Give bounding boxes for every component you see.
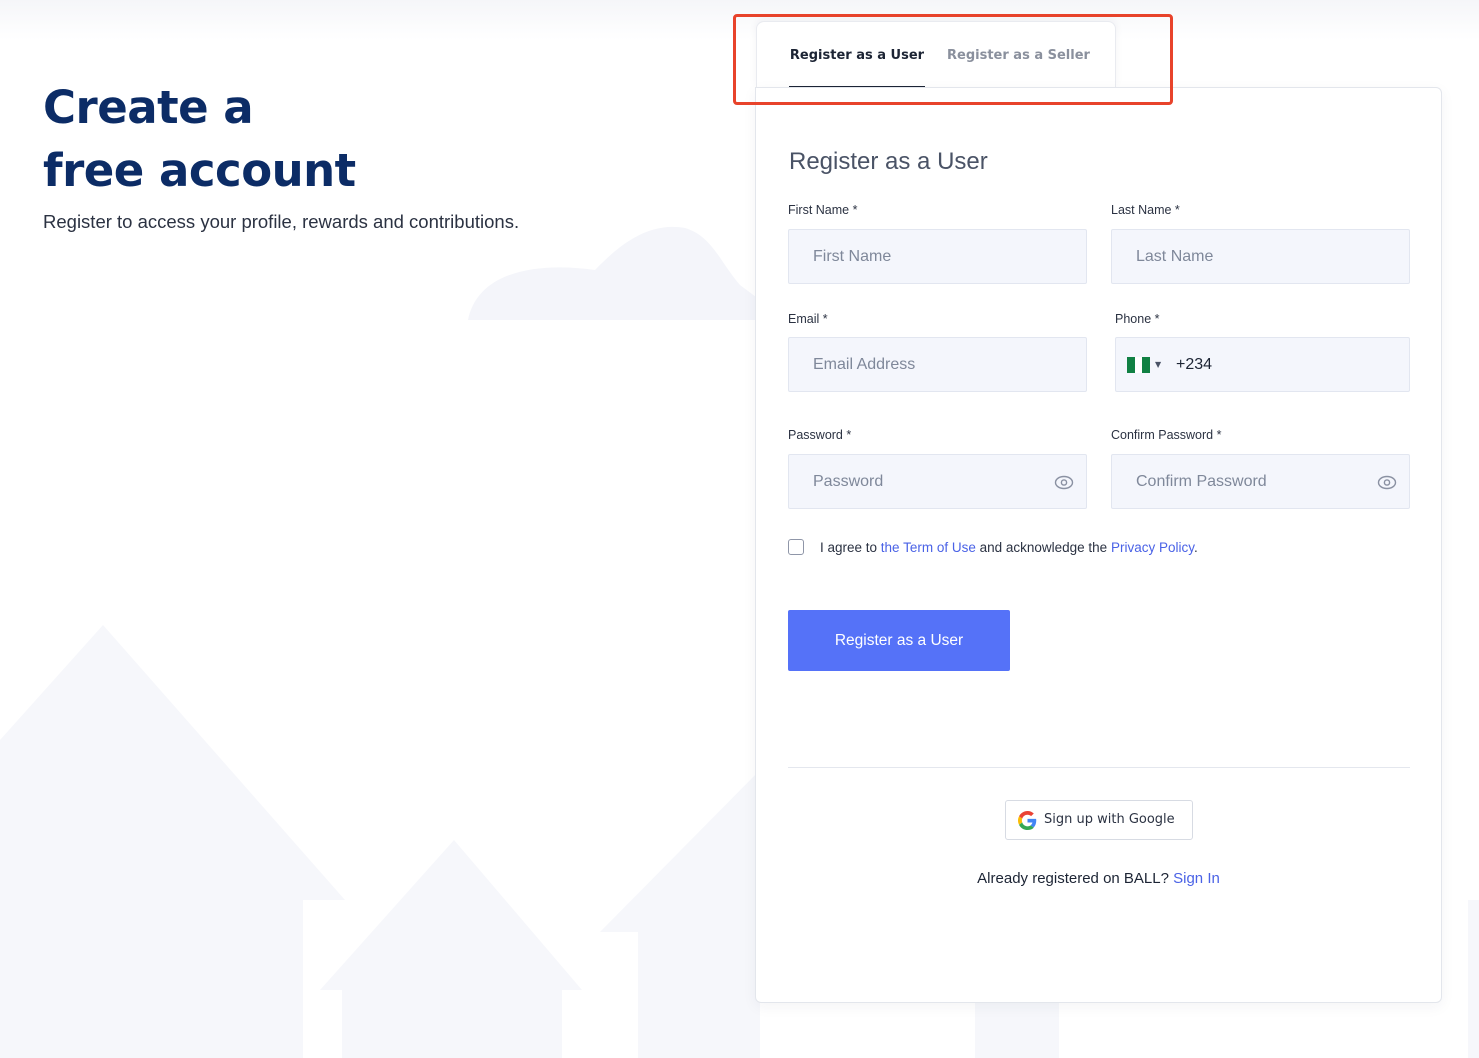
last-name-field xyxy=(1111,229,1410,284)
google-signup-label: Sign up with Google xyxy=(1044,812,1175,827)
background-house-right xyxy=(600,770,760,1058)
background-cloud xyxy=(468,226,760,320)
first-name-field xyxy=(788,229,1087,284)
agree-checkbox[interactable] xyxy=(788,539,804,555)
heading-line-2: free account xyxy=(43,144,356,197)
background-block-right xyxy=(975,1003,1059,1058)
password-field xyxy=(788,454,1087,509)
first-name-label: First Name * xyxy=(788,203,858,217)
email-field xyxy=(788,337,1087,392)
show-password-eye-icon[interactable] xyxy=(1054,474,1074,491)
privacy-policy-link[interactable]: Privacy Policy xyxy=(1111,540,1194,555)
agree-middle: and acknowledge the xyxy=(975,540,1111,555)
page-subtitle: Register to access your profile, rewards… xyxy=(43,211,520,232)
agree-prefix: I agree to xyxy=(820,540,881,555)
email-label: Email * xyxy=(788,312,828,326)
last-name-input[interactable] xyxy=(1112,230,1409,283)
password-label: Password * xyxy=(788,428,852,442)
terms-of-use-link[interactable]: the Term of Use xyxy=(881,540,976,555)
google-icon xyxy=(1018,811,1037,830)
background-house-left xyxy=(0,625,345,1058)
email-input[interactable] xyxy=(789,338,1086,391)
show-confirm-password-eye-icon[interactable] xyxy=(1377,474,1397,491)
last-name-label: Last Name * xyxy=(1111,203,1180,217)
heading-line-1: Create a xyxy=(43,81,254,134)
first-name-input[interactable] xyxy=(789,230,1086,283)
divider xyxy=(788,767,1410,768)
google-signup-button[interactable]: Sign up with Google xyxy=(1005,800,1193,840)
form-title: Register as a User xyxy=(789,148,988,175)
agree-suffix: . xyxy=(1193,540,1198,555)
confirm-password-input[interactable] xyxy=(1112,455,1409,508)
phone-input[interactable] xyxy=(1116,338,1409,391)
background-house-middle xyxy=(320,840,582,1058)
tab-register-seller[interactable]: Register as a Seller xyxy=(947,22,1090,87)
password-input[interactable] xyxy=(789,455,1086,508)
tab-register-user[interactable]: Register as a User xyxy=(789,22,925,88)
confirm-password-label: Confirm Password * xyxy=(1111,428,1222,442)
background-block-edge xyxy=(1468,900,1479,1058)
register-form-card: Register as a User First Name * Last Nam… xyxy=(755,87,1442,1003)
register-tabs: Register as a User Register as a Seller xyxy=(756,21,1116,88)
confirm-password-field xyxy=(1111,454,1410,509)
register-user-button[interactable]: Register as a User xyxy=(788,610,1010,671)
page-heading: Create a free account xyxy=(43,76,643,202)
phone-field: ▼ +234 xyxy=(1115,337,1410,392)
signin-link[interactable]: Sign In xyxy=(1173,870,1220,887)
signin-prompt-text: Already registered on BALL? xyxy=(977,870,1174,887)
phone-label: Phone * xyxy=(1115,312,1160,326)
signin-prompt: Already registered on BALL? Sign In xyxy=(756,870,1441,887)
agree-text: I agree to the Term of Use and acknowled… xyxy=(820,540,1198,555)
